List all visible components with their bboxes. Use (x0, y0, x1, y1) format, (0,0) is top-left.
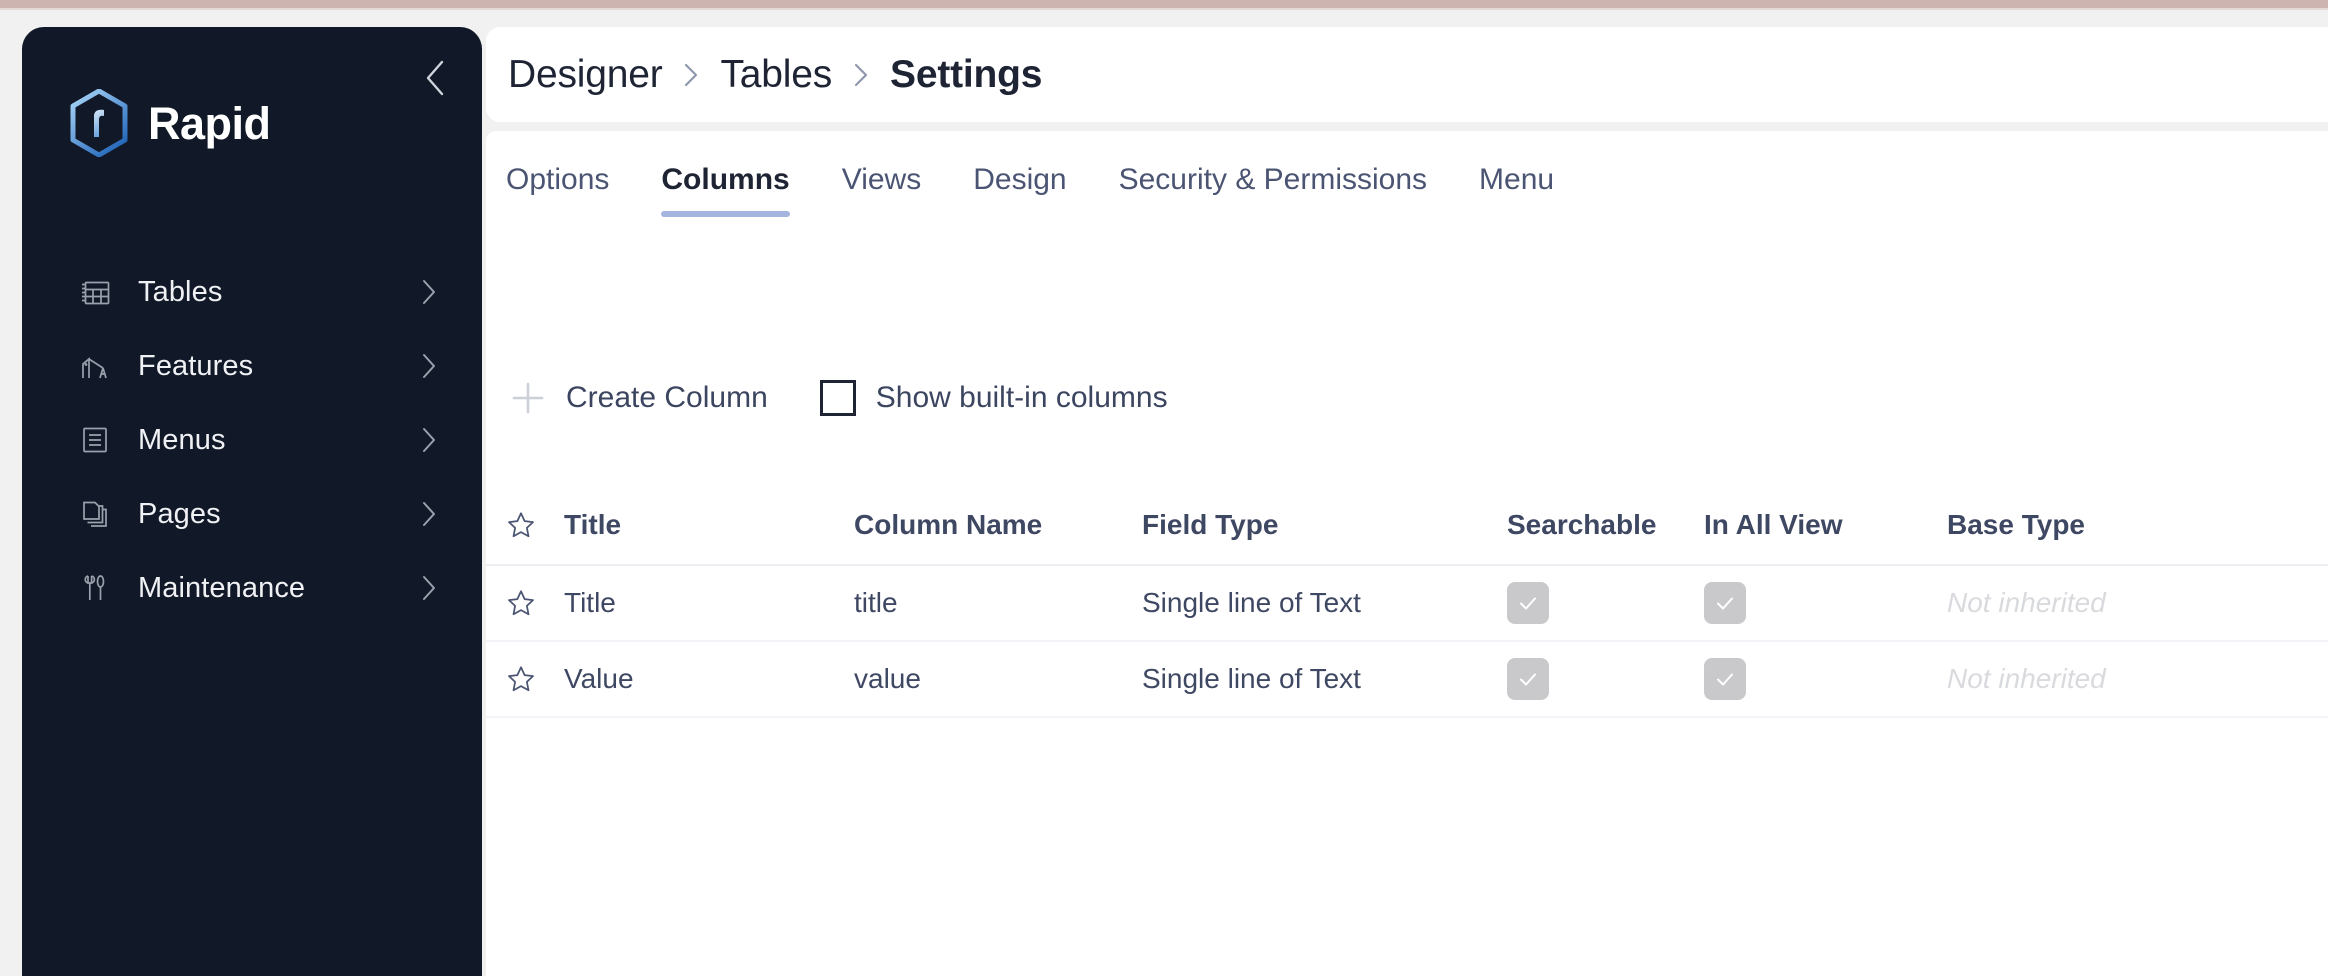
tab-views[interactable]: Views (842, 149, 921, 217)
sidebar-item-label: Menus (138, 423, 226, 456)
table-header-row: Title Column Name Field Type Searchable … (486, 486, 2328, 566)
page-header: Designer Tables Settings (486, 27, 2328, 122)
column-header-column-name[interactable]: Column Name (854, 509, 1042, 540)
plus-icon (506, 376, 550, 420)
star-outline-icon (506, 664, 536, 694)
menu-list-icon (78, 423, 112, 457)
chevron-right-icon (416, 501, 442, 527)
tab-security-permissions[interactable]: Security & Permissions (1119, 149, 1427, 217)
cell-base-type: Not inherited (1947, 587, 2106, 618)
show-builtin-columns-toggle[interactable]: Show built-in columns (819, 380, 1168, 416)
column-header-in-all-view[interactable]: In All View (1704, 509, 1842, 540)
chevron-right-icon (416, 427, 442, 453)
top-accent-underline (0, 8, 2328, 10)
tools-icon (78, 571, 112, 605)
app-root: Rapid Tables Features Menus Pages Mainte… (0, 0, 2328, 976)
cell-column-name: title (854, 587, 898, 618)
cell-field-type: Single line of Text (1142, 587, 1361, 618)
breadcrumb-item-designer[interactable]: Designer (508, 53, 663, 97)
tab-menu[interactable]: Menu (1479, 149, 1554, 217)
show-builtin-columns-checkbox[interactable] (819, 380, 856, 416)
check-icon (1516, 667, 1540, 691)
check-icon (1516, 591, 1540, 615)
brand-name: Rapid (148, 97, 271, 149)
cell-in-all-view-checkbox[interactable] (1704, 658, 1746, 700)
column-header-field-type[interactable]: Field Type (1142, 509, 1278, 540)
pages-stack-icon (78, 497, 112, 531)
table-row[interactable]: Value value Single line of Text Not inhe… (486, 642, 2328, 718)
sidebar-item-menus[interactable]: Menus (22, 403, 482, 477)
star-outline-icon (506, 588, 536, 618)
chevron-right-icon (680, 60, 702, 90)
row-favorite-toggle[interactable] (506, 664, 564, 694)
sidebar-nav: Tables Features Menus Pages Maintenance (22, 255, 482, 625)
columns-toolbar: Create Column Show built-in columns (506, 376, 1168, 420)
favorite-column-header (506, 510, 564, 540)
top-accent-bar (0, 0, 2328, 8)
chevron-left-icon (422, 58, 448, 98)
create-column-button[interactable]: Create Column (506, 376, 768, 420)
chevron-right-icon (416, 575, 442, 601)
breadcrumb-item-tables[interactable]: Tables (720, 53, 832, 97)
cell-in-all-view-checkbox[interactable] (1704, 582, 1746, 624)
show-builtin-columns-label: Show built-in columns (875, 381, 1168, 414)
cell-searchable-checkbox[interactable] (1507, 658, 1549, 700)
rapid-hexagon-logo-icon (68, 88, 130, 158)
sidebar-collapse-button[interactable] (414, 57, 456, 99)
column-header-searchable[interactable]: Searchable (1507, 509, 1656, 540)
row-favorite-toggle[interactable] (506, 588, 564, 618)
sidebar-item-pages[interactable]: Pages (22, 477, 482, 551)
sidebar-item-maintenance[interactable]: Maintenance (22, 551, 482, 625)
column-header-base-type[interactable]: Base Type (1947, 509, 2085, 540)
cell-column-name: value (854, 663, 921, 694)
cell-title: Value (564, 663, 634, 694)
sidebar-item-label: Maintenance (138, 571, 306, 604)
check-icon (1713, 591, 1737, 615)
create-column-label: Create Column (566, 381, 768, 414)
star-outline-icon (506, 510, 536, 540)
check-icon (1713, 667, 1737, 691)
cell-title: Title (564, 587, 616, 618)
chevron-right-icon (850, 60, 872, 90)
breadcrumb-item-settings: Settings (890, 52, 1043, 96)
cell-searchable-checkbox[interactable] (1507, 582, 1549, 624)
cell-base-type: Not inherited (1947, 663, 2106, 694)
brand[interactable]: Rapid (68, 88, 271, 158)
sidebar-item-tables[interactable]: Tables (22, 255, 482, 329)
column-header-title[interactable]: Title (564, 509, 621, 540)
content-panel: Options Columns Views Design Security & … (486, 131, 2328, 976)
breadcrumb: Designer Tables Settings (508, 53, 1042, 97)
columns-table: Title Column Name Field Type Searchable … (486, 486, 2328, 718)
table-row[interactable]: Title title Single line of Text Not inhe… (486, 566, 2328, 642)
chevron-right-icon (416, 353, 442, 379)
sidebar-item-features[interactable]: Features (22, 329, 482, 403)
crane-icon (78, 349, 112, 383)
tab-bar: Options Columns Views Design Security & … (506, 149, 1606, 217)
cell-field-type: Single line of Text (1142, 663, 1361, 694)
sidebar-item-label: Tables (138, 275, 223, 308)
tab-columns[interactable]: Columns (661, 149, 791, 217)
sidebar-item-label: Pages (138, 497, 221, 530)
table-grid-icon (78, 275, 112, 309)
sidebar: Rapid Tables Features Menus Pages Mainte… (22, 27, 482, 976)
sidebar-item-label: Features (138, 349, 254, 382)
tab-options[interactable]: Options (506, 149, 609, 217)
tab-design[interactable]: Design (973, 149, 1066, 217)
chevron-right-icon (416, 279, 442, 305)
